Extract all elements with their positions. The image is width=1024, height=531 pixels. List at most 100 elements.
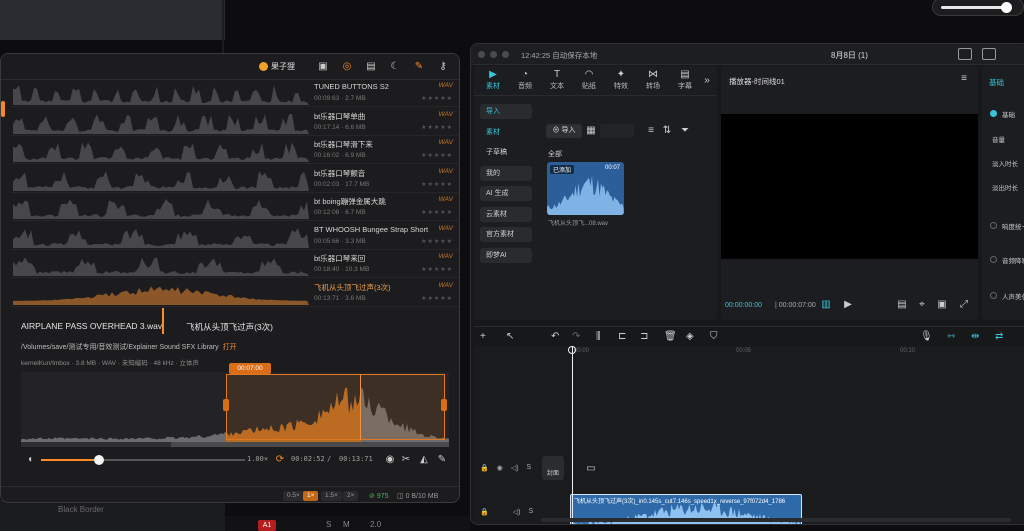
more-tabs-icon[interactable]: » <box>700 74 714 88</box>
fullscreen-icon[interactable]: ⤢ <box>957 298 971 312</box>
sidebar-item[interactable]: 云素材 <box>480 206 532 222</box>
tab-transition[interactable]: ⋈ 转场 <box>638 69 668 91</box>
mark-icon[interactable]: ◈ <box>686 331 694 342</box>
tab-subtitle[interactable]: ▤ 字幕 <box>670 69 700 91</box>
play-icon[interactable]: ▶ <box>841 298 855 312</box>
tab-text[interactable]: T 文本 <box>542 69 572 91</box>
track-s-button[interactable]: S <box>527 464 532 472</box>
speed-1.5x[interactable]: 1.5× <box>321 491 342 501</box>
audio-track-s-button[interactable]: S <box>528 508 533 516</box>
denoise-checkbox[interactable] <box>990 256 997 263</box>
speed-2x[interactable]: 2× <box>343 491 359 501</box>
loudness-checkbox[interactable] <box>990 222 997 229</box>
moon-icon[interactable]: ☾ <box>388 60 402 74</box>
selection-region[interactable] <box>226 374 445 440</box>
eye-icon[interactable]: ◉ <box>497 464 503 472</box>
rating-stars[interactable]: ★★★★★ <box>421 266 453 273</box>
list-item[interactable]: bt乐器口琴滑下来 00:16:02 · 6.9 MB WAV ★★★★★ <box>11 136 459 164</box>
quality-icon[interactable]: ▣ <box>935 298 949 312</box>
layout-icon[interactable] <box>982 48 996 60</box>
playhead-handle[interactable] <box>568 346 576 354</box>
inspector-tab-basic[interactable]: 基础 <box>989 77 1004 88</box>
lock-icon[interactable]: 🔒 <box>480 464 489 472</box>
scroll-thumb[interactable] <box>171 442 449 447</box>
selection-end-handle[interactable] <box>441 399 447 411</box>
rating-stars[interactable]: ★★★★★ <box>421 181 453 188</box>
record-icon[interactable]: ◉ <box>383 453 397 467</box>
snap-icon[interactable]: ⇹ <box>971 331 979 342</box>
link-icon[interactable]: ⇿ <box>947 331 955 342</box>
edit-icon[interactable]: ✎ <box>435 453 449 467</box>
a1-badge[interactable]: A1 <box>258 520 276 531</box>
audio-mute-icon[interactable]: ◁) <box>513 508 521 516</box>
message-icon[interactable]: ▤ <box>364 60 378 74</box>
pin-icon[interactable]: ✎ <box>412 60 426 74</box>
redo-icon[interactable]: ↷ <box>572 331 580 342</box>
cover-button[interactable]: 封面 <box>542 456 564 480</box>
shape-icon[interactable]: ◭ <box>417 453 431 467</box>
player-screen[interactable] <box>721 114 978 259</box>
list-view-icon[interactable]: ≡ <box>644 124 658 138</box>
list-item[interactable]: TUNED BUTTONS S2 00:09:63 · 2.7 MB WAV ★★★★… <box>11 79 459 107</box>
speaker-icon[interactable]: ◖ <box>23 453 37 467</box>
rating-stars[interactable]: ★★★★★ <box>421 295 453 302</box>
voice-enhance-checkbox[interactable] <box>990 292 997 299</box>
sort-icon[interactable]: ⇅ <box>660 124 674 138</box>
shield-icon[interactable]: ⛉ <box>710 331 718 342</box>
delete-icon[interactable]: 🗑 <box>664 331 677 342</box>
volume-track[interactable] <box>941 6 1005 9</box>
import-button[interactable]: ⊕ 导入 <box>546 124 582 138</box>
sidebar-item[interactable]: 素材 <box>480 125 532 140</box>
brand[interactable]: 果子狸 <box>259 61 295 72</box>
volume-widget[interactable] <box>932 0 1024 16</box>
rating-stars[interactable]: ★★★★★ <box>421 238 453 245</box>
sidebar-item[interactable]: 我的 <box>480 165 532 181</box>
media-search-input[interactable] <box>600 124 634 138</box>
sidebar-item[interactable]: 即梦AI <box>480 247 532 263</box>
sidebar-item[interactable]: 子草稿 <box>480 145 532 160</box>
split-left-icon[interactable]: ⊏ <box>618 331 626 342</box>
list-item[interactable]: 飞机从头顶飞过声(3次) 00:13:71 · 3.6 MB WAV ★★★★★ <box>11 279 459 307</box>
speed-0.5x[interactable]: 0.5× <box>283 491 304 501</box>
split-icon[interactable]: ⫼ <box>596 331 601 342</box>
list-item[interactable]: bt乐器口琴来回 00:18:40 · 10.3 MB WAV ★★★★★ <box>11 250 459 278</box>
rating-stars[interactable]: ★★★★★ <box>421 209 453 216</box>
loop-icon[interactable]: ⟳ <box>273 453 287 467</box>
sidebar-item[interactable]: 官方素材 <box>480 227 532 242</box>
m-button[interactable]: M <box>343 520 350 529</box>
bulb-icon[interactable]: ◎ <box>340 60 354 74</box>
grid-view-icon[interactable]: ▦ <box>584 124 598 138</box>
tab-audio[interactable]: ◔ 音频 <box>510 69 540 91</box>
media-thumbnail[interactable]: 已添加 00:07 <box>547 162 624 215</box>
timeline-scrollbar[interactable] <box>541 518 1011 522</box>
player-menu-icon[interactable]: ≡ <box>957 72 971 86</box>
add-track-icon[interactable]: + <box>480 331 486 342</box>
s-button[interactable]: S <box>326 520 331 529</box>
keyboard-icon[interactable] <box>958 48 972 60</box>
zoom-window-button[interactable] <box>502 51 509 58</box>
rating-stars[interactable]: ★★★★★ <box>421 152 453 159</box>
list-item[interactable]: bt乐器口琴单曲 00:17:14 · 6.6 MB WAV ★★★★★ <box>11 108 459 136</box>
fit-icon[interactable]: ▥ <box>819 298 833 312</box>
list-item[interactable]: bt乐器口琴颤音 00:02:03 · 17.7 MB WAV ★★★★★ <box>11 165 459 193</box>
key-icon[interactable]: ⚷ <box>436 60 450 74</box>
speed-1x[interactable]: 1× <box>303 491 319 501</box>
basic-checkbox[interactable] <box>990 110 997 117</box>
crop-icon[interactable]: ⌖ <box>915 298 929 312</box>
selection-start-handle[interactable] <box>223 399 229 411</box>
list-item[interactable]: BT WHOOSH Bungee Strap Short 00:05:66 · 3… <box>11 222 459 250</box>
split-right-icon[interactable]: ⊐ <box>640 331 648 342</box>
filter-icon[interactable]: ⏷ <box>678 124 692 138</box>
tab-media[interactable]: ▶ 素材 <box>478 69 508 91</box>
rating-stars[interactable]: ★★★★★ <box>421 95 453 102</box>
archive-icon[interactable]: ▣ <box>316 60 330 74</box>
select-tool-icon[interactable]: ↖ <box>506 331 514 342</box>
tab-sticker[interactable]: ◠ 贴纸 <box>574 69 604 91</box>
audio-lock-icon[interactable]: 🔒 <box>480 508 489 516</box>
close-window-button[interactable] <box>478 51 485 58</box>
tab-effects[interactable]: ✦ 特效 <box>606 69 636 91</box>
list-item[interactable]: bt boing蹦弹金属大跳 00:12:08 · 6.7 MB WAV ★★★★★ <box>11 193 459 221</box>
volume-slider[interactable] <box>41 455 245 465</box>
preview-axis-icon[interactable]: ⇄ <box>995 331 1003 342</box>
undo-icon[interactable]: ↶ <box>551 331 559 342</box>
